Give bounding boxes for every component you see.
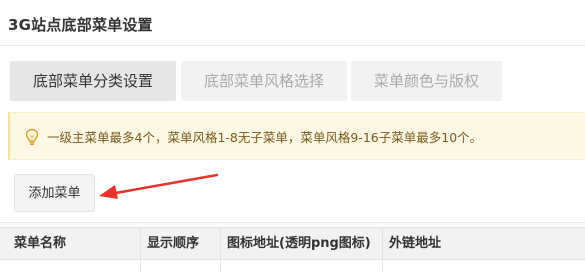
column-divider [382, 260, 383, 272]
table-body [0, 260, 585, 272]
column-header-menu-name: 菜单名称 [8, 228, 141, 259]
tab-menu-style-selection[interactable]: 底部菜单风格选择 [181, 61, 347, 101]
section-divider [0, 222, 585, 223]
column-header-external-link: 外链地址 [389, 236, 442, 251]
table-header: 菜单名称 显示顺序 图标地址(透明png图标) 外链地址 [0, 227, 585, 260]
notice-box: 一级主菜单最多4个，菜单风格1-8无子菜单，菜单风格9-16子菜单最多10个。 [8, 112, 585, 160]
lightbulb-icon [25, 128, 39, 146]
title-divider [0, 45, 585, 46]
column-header-display-order: 显示顺序 [141, 228, 221, 259]
add-menu-button[interactable]: 添加菜单 [14, 174, 95, 212]
notice-text: 一级主菜单最多4个，菜单风格1-8无子菜单，菜单风格9-16子菜单最多10个。 [47, 130, 483, 145]
column-divider [140, 260, 141, 272]
red-arrow-icon [99, 173, 219, 199]
column-header-icon-url: 图标地址(透明png图标) [221, 228, 383, 259]
tab-menu-color-copyright[interactable]: 菜单颜色与版权 [351, 61, 502, 101]
tab-menu-category-settings[interactable]: 底部菜单分类设置 [10, 61, 176, 101]
column-divider [220, 260, 221, 272]
page-title: 3G站点底部菜单设置 [8, 16, 153, 34]
